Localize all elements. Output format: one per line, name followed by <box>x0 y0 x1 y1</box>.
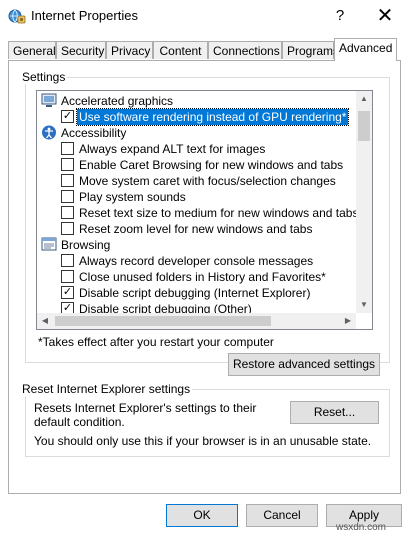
horizontal-scroll-thumb[interactable] <box>55 316 271 326</box>
restart-note: *Takes effect after you restart your com… <box>38 335 274 349</box>
tab-advanced[interactable]: Advanced <box>334 38 397 61</box>
setting-label: Move system caret with focus/selection c… <box>79 174 336 188</box>
tab-content[interactable]: Content <box>153 41 208 59</box>
checkbox-unchecked[interactable] <box>61 222 74 235</box>
settings-tree-list[interactable]: Accelerated graphics ✓ Use software rend… <box>36 90 373 330</box>
scroll-up-icon[interactable]: ▲ <box>356 91 372 107</box>
checkbox-checked[interactable]: ✓ <box>61 286 74 299</box>
setting-label: Enable Caret Browsing for new windows an… <box>79 158 344 172</box>
cancel-button[interactable]: Cancel <box>246 504 318 527</box>
reset-button[interactable]: Reset... <box>290 401 379 424</box>
tab-general[interactable]: General <box>8 41 56 59</box>
checkbox-unchecked[interactable] <box>61 270 74 283</box>
monitor-icon <box>41 93 57 107</box>
tab-programs[interactable]: Programs <box>282 41 339 59</box>
category-label: Accelerated graphics <box>61 94 174 108</box>
setting-label: Reset zoom level for new windows and tab… <box>79 222 313 236</box>
vertical-scroll-thumb[interactable] <box>358 111 370 141</box>
reset-warning: You should only use this if your browser… <box>34 434 372 448</box>
restore-advanced-settings-button[interactable]: Restore advanced settings <box>228 353 380 376</box>
scroll-down-icon[interactable]: ▼ <box>356 297 372 313</box>
horizontal-scrollbar[interactable]: ◀ ▶ <box>37 313 356 329</box>
category-label: Browsing <box>61 238 111 252</box>
checkbox-checked[interactable]: ✓ <box>61 110 74 123</box>
vertical-scrollbar[interactable]: ▲ ▼ <box>356 91 372 313</box>
setting-label: Use software rendering instead of GPU re… <box>75 108 350 126</box>
close-button[interactable]: ✕ <box>368 2 402 30</box>
checkbox-unchecked[interactable] <box>61 158 74 171</box>
tab-strip: General Security Privacy Content Connect… <box>8 38 403 61</box>
setting-label: Close unused folders in History and Favo… <box>79 270 326 284</box>
accessibility-icon <box>42 125 56 140</box>
checkbox-unchecked[interactable] <box>61 206 74 219</box>
window-title: Internet Properties <box>31 8 138 23</box>
checkbox-unchecked[interactable] <box>61 174 74 187</box>
settings-group-label: Settings <box>20 70 68 84</box>
tab-connections[interactable]: Connections <box>208 41 282 59</box>
watermark: wsxdn.com <box>336 522 387 533</box>
tab-security[interactable]: Security <box>56 41 106 59</box>
ok-button[interactable]: OK <box>166 504 238 527</box>
help-button[interactable]: ? <box>330 4 350 28</box>
setting-label: Disable script debugging (Internet Explo… <box>79 286 311 300</box>
scroll-left-icon[interactable]: ◀ <box>37 313 53 329</box>
title-bar: Internet Properties ? ✕ <box>0 0 409 32</box>
tab-privacy[interactable]: Privacy <box>106 41 153 59</box>
category-label: Accessibility <box>61 126 127 140</box>
internet-properties-icon <box>8 9 26 24</box>
reset-description: Resets Internet Explorer's settings to t… <box>34 401 257 429</box>
setting-label: Reset text size to medium for new window… <box>79 206 359 220</box>
browsing-icon <box>41 237 57 251</box>
reset-group-label: Reset Internet Explorer settings <box>20 382 193 396</box>
checkbox-unchecked[interactable] <box>61 254 74 267</box>
setting-label: Always record developer console messages <box>79 254 314 268</box>
setting-label: Always expand ALT text for images <box>79 142 266 156</box>
setting-label: Play system sounds <box>79 190 186 204</box>
scroll-right-icon[interactable]: ▶ <box>340 313 356 329</box>
checkbox-unchecked[interactable] <box>61 142 74 155</box>
checkbox-unchecked[interactable] <box>61 190 74 203</box>
